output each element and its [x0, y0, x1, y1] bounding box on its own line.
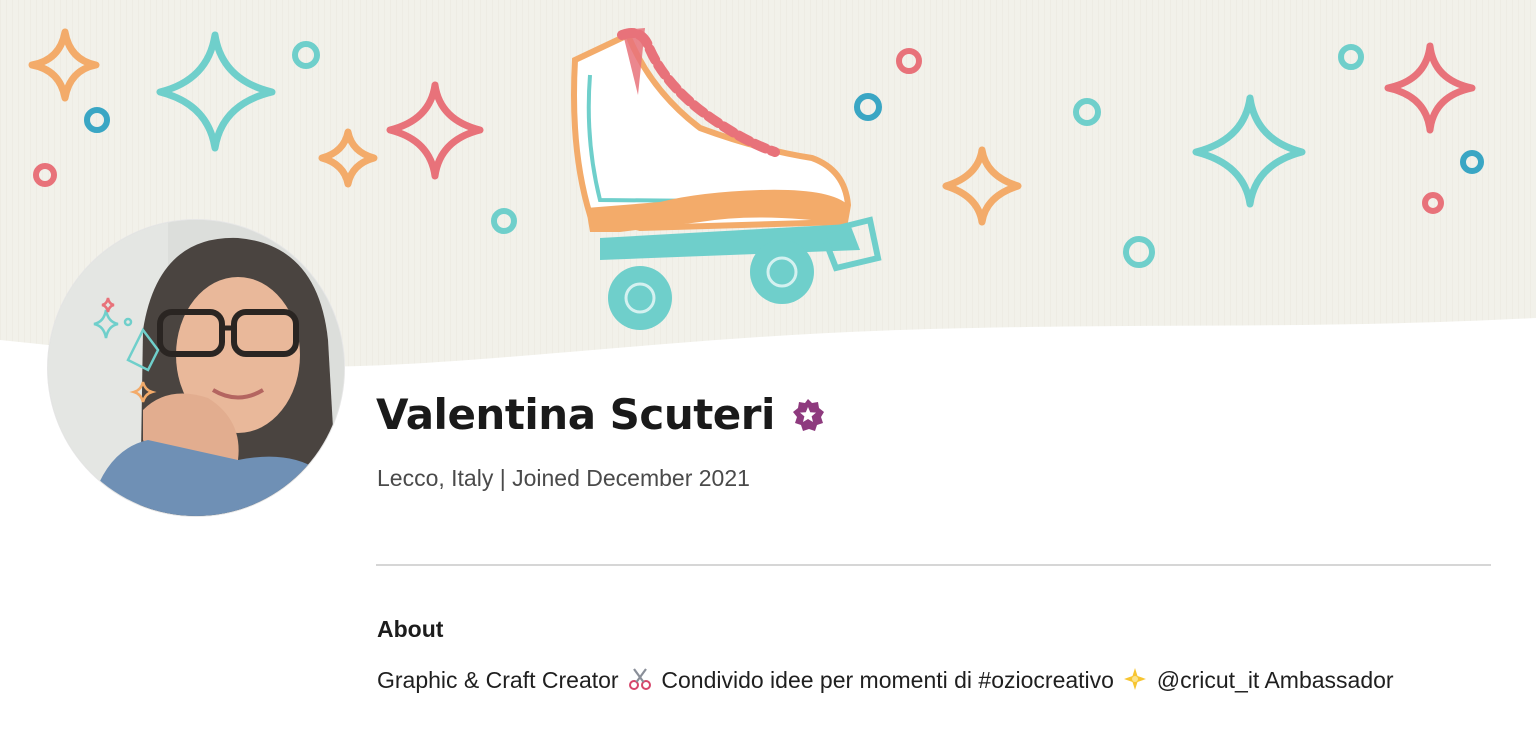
profile-name: Valentina Scuteri: [376, 390, 825, 439]
profile-meta: Lecco, Italy | Joined December 2021: [377, 465, 750, 492]
bio-part-2: Condivido idee per momenti di #oziocreat…: [661, 667, 1114, 693]
bio-part-1: Graphic & Craft Creator: [377, 667, 619, 693]
section-divider: [376, 564, 1491, 566]
sparkle-star-icon: [1124, 668, 1147, 690]
location-text: Lecco, Italy: [377, 465, 494, 491]
about-heading: About: [377, 616, 444, 642]
scissors-icon: [628, 668, 651, 690]
verified-star-icon: [792, 398, 824, 431]
about-bio: Graphic & Craft Creator Condivido idee p…: [377, 667, 1394, 694]
joined-date-text: Joined December 2021: [512, 465, 750, 491]
profile-avatar: [48, 220, 344, 516]
bio-part-3: @cricut_it Ambassador: [1156, 667, 1394, 693]
meta-separator: |: [499, 465, 506, 491]
profile-name-text: Valentina Scuteri: [376, 390, 775, 439]
